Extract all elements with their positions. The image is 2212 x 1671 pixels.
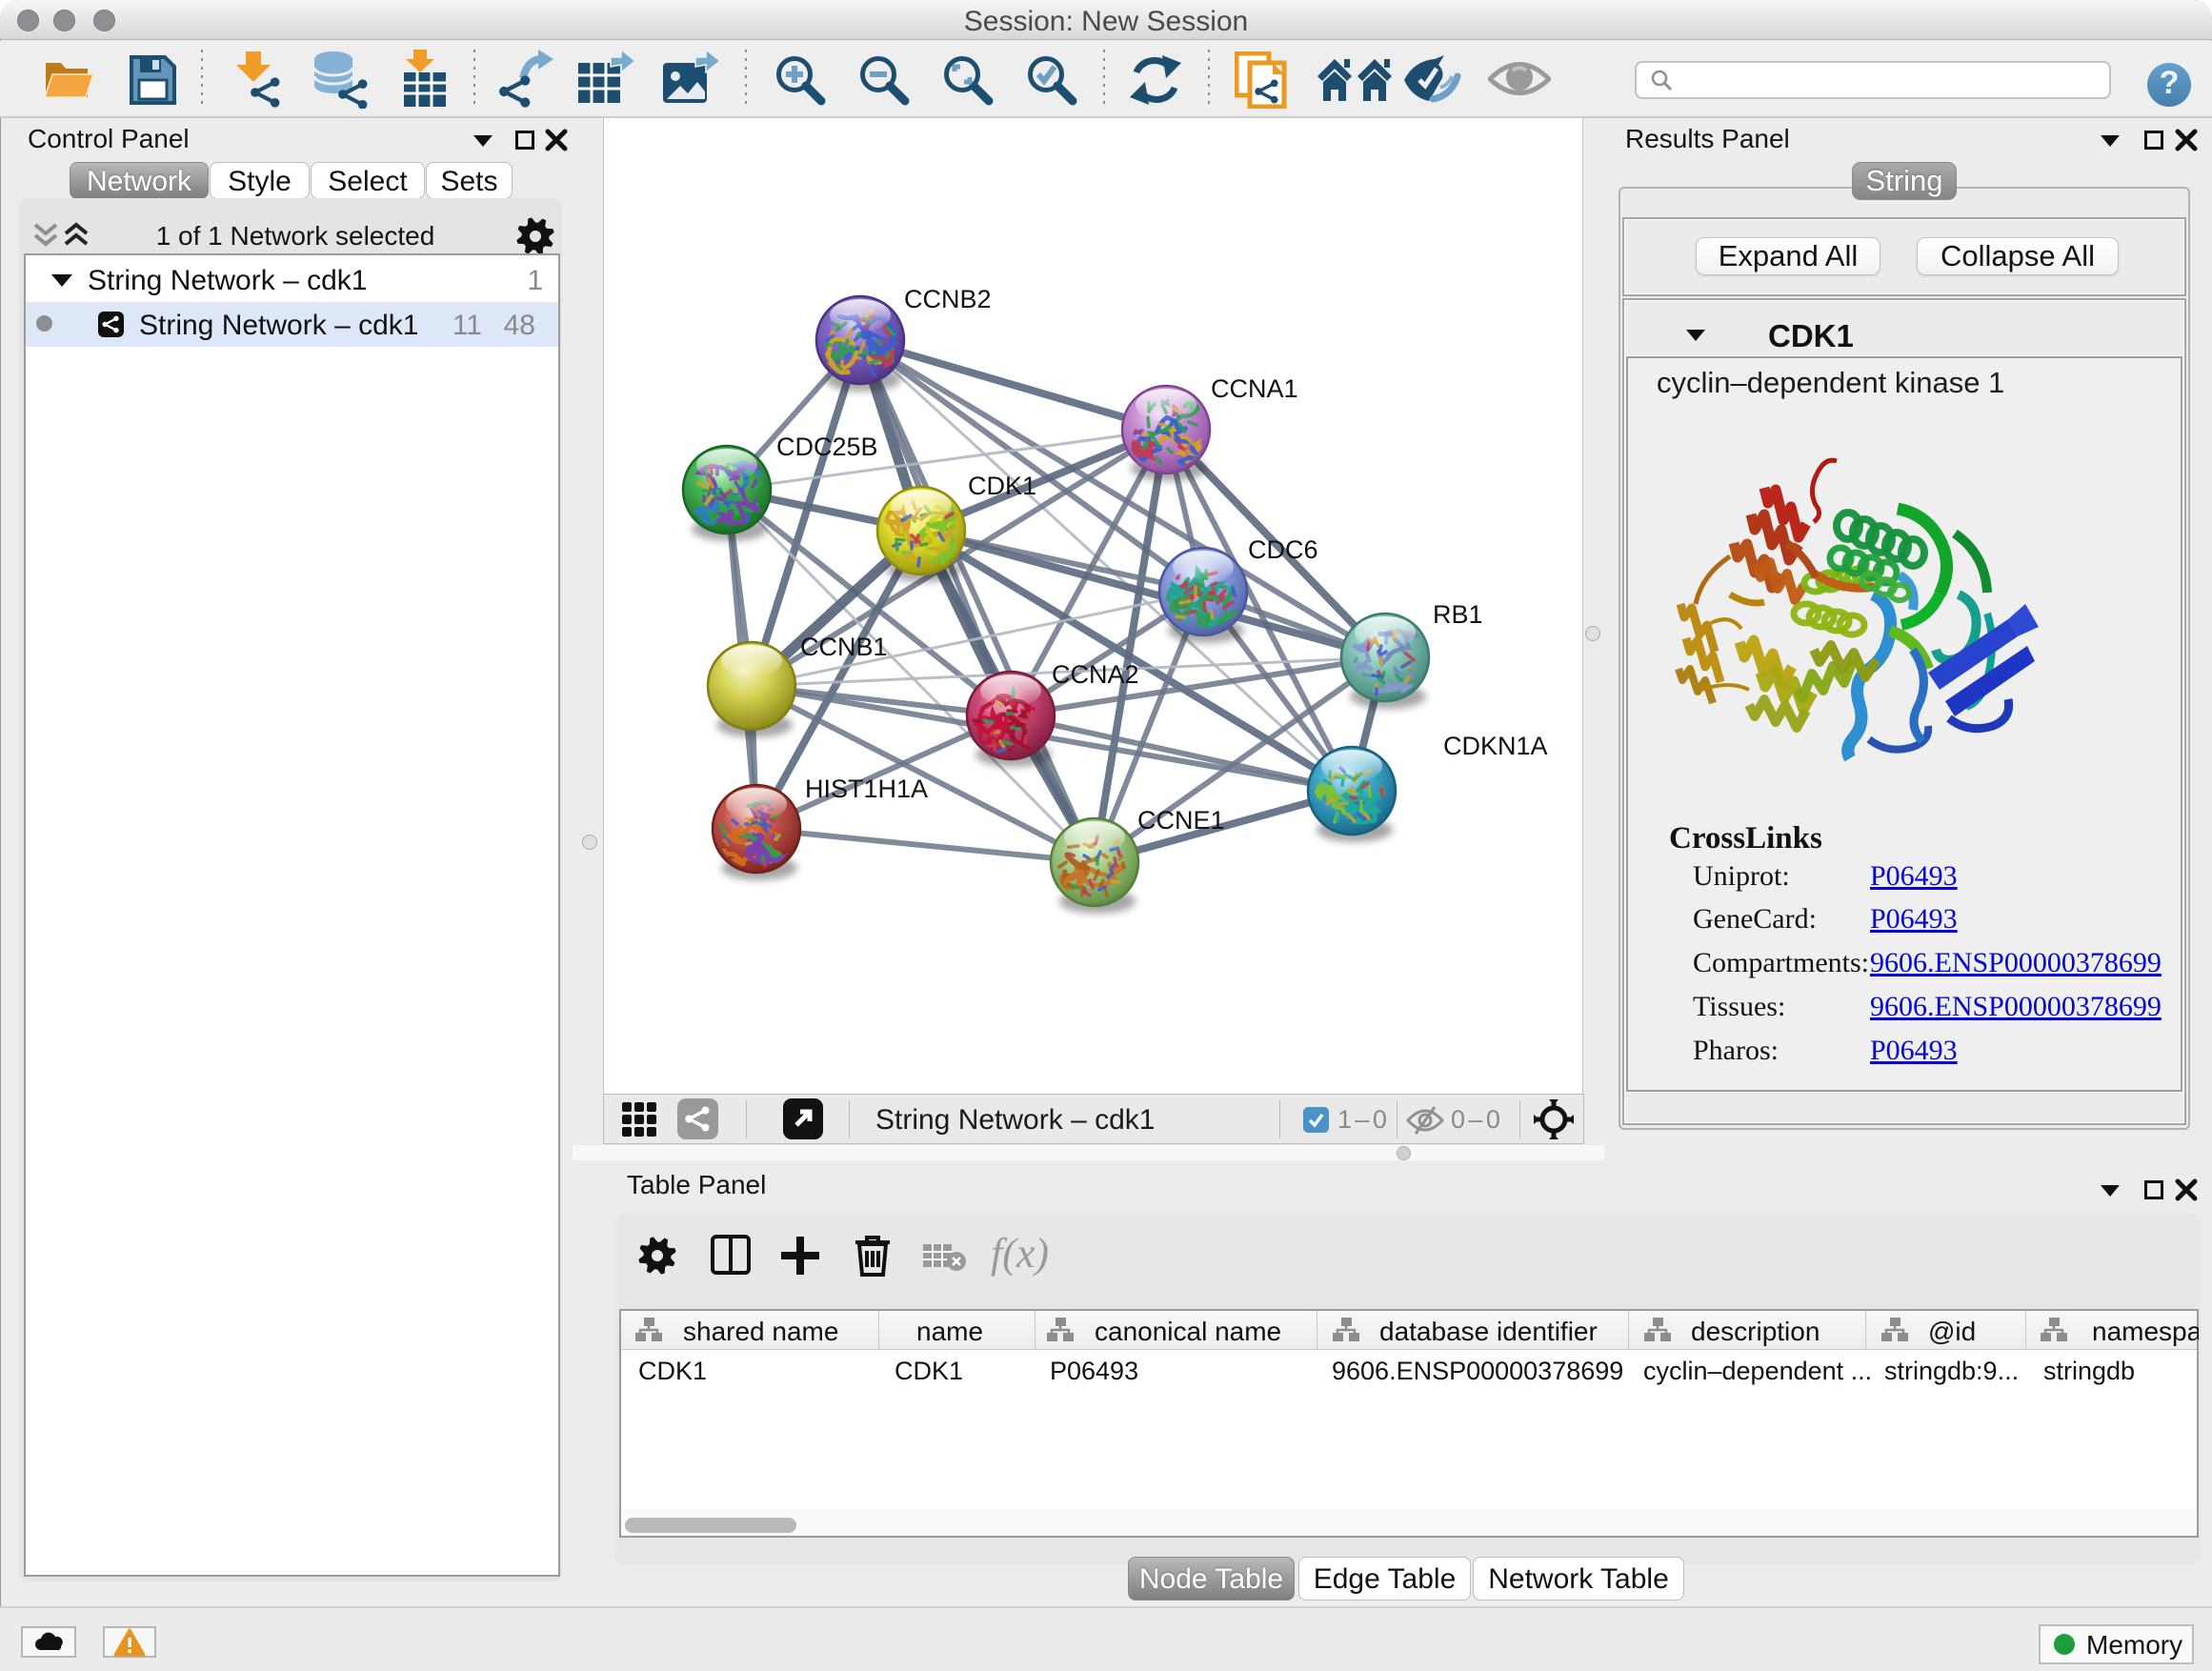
svg-text:CDC6: CDC6	[1248, 535, 1318, 564]
svg-text:CCNE1: CCNE1	[1137, 806, 1225, 835]
svg-text:RB1: RB1	[1433, 600, 1483, 629]
svg-text:CDK1: CDK1	[968, 472, 1036, 500]
svg-text:CCNB2: CCNB2	[904, 285, 992, 313]
svg-text:HIST1H1A: HIST1H1A	[805, 775, 928, 803]
svg-text:CDC25B: CDC25B	[776, 433, 878, 461]
svg-text:CCNA1: CCNA1	[1211, 374, 1298, 403]
svg-text:CCNB1: CCNB1	[800, 633, 888, 661]
svg-text:CDKN1A: CDKN1A	[1443, 732, 1548, 760]
svg-text:CCNA2: CCNA2	[1052, 660, 1139, 689]
